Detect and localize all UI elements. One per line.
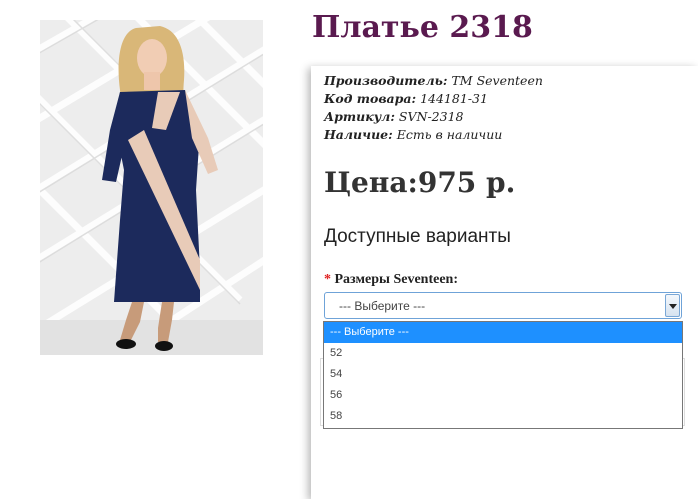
required-mark: *: [324, 272, 331, 287]
price-label: Цена:: [324, 166, 418, 199]
price-value: 975 р.: [417, 166, 516, 199]
code-key: Код товара:: [324, 91, 417, 106]
dress-image: [40, 20, 263, 355]
size-option[interactable]: 54: [324, 364, 682, 385]
article-key: Артикул:: [324, 109, 395, 124]
size-option[interactable]: 52: [324, 343, 682, 364]
code-value: 144181-31: [420, 91, 488, 106]
price: Цена:975 р.: [324, 166, 515, 199]
chevron-down-icon[interactable]: [665, 294, 680, 317]
size-select[interactable]: --- Выберите ---: [324, 292, 682, 319]
size-label: * Размеры Seventeen:: [324, 272, 458, 288]
code-row: Код товара: 144181-31: [324, 90, 543, 108]
size-option[interactable]: 58: [324, 406, 682, 427]
product-info-panel: Производитель: TM Seventeen Код товара: …: [311, 66, 698, 499]
article-value: SVN-2318: [398, 109, 464, 124]
size-option[interactable]: 56: [324, 385, 682, 406]
product-meta: Производитель: TM Seventeen Код товара: …: [324, 72, 543, 144]
availability-value: Есть в наличии: [396, 127, 503, 142]
availability-row: Наличие: Есть в наличии: [324, 126, 543, 144]
product-title: Платье 2318: [312, 10, 533, 45]
manufacturer-value[interactable]: TM Seventeen: [451, 73, 542, 88]
size-label-text: Размеры Seventeen:: [334, 272, 458, 287]
variants-heading: Доступные варианты: [324, 226, 511, 247]
product-photo[interactable]: [40, 20, 263, 355]
manufacturer-key: Производитель:: [324, 73, 448, 88]
size-option[interactable]: --- Выберите ---: [324, 322, 682, 343]
size-dropdown-list[interactable]: --- Выберите --- 52 54 56 58: [323, 321, 683, 429]
manufacturer-row: Производитель: TM Seventeen: [324, 72, 543, 90]
article-row: Артикул: SVN-2318: [324, 108, 543, 126]
size-select-value: --- Выберите ---: [339, 299, 426, 313]
availability-key: Наличие:: [324, 127, 393, 142]
